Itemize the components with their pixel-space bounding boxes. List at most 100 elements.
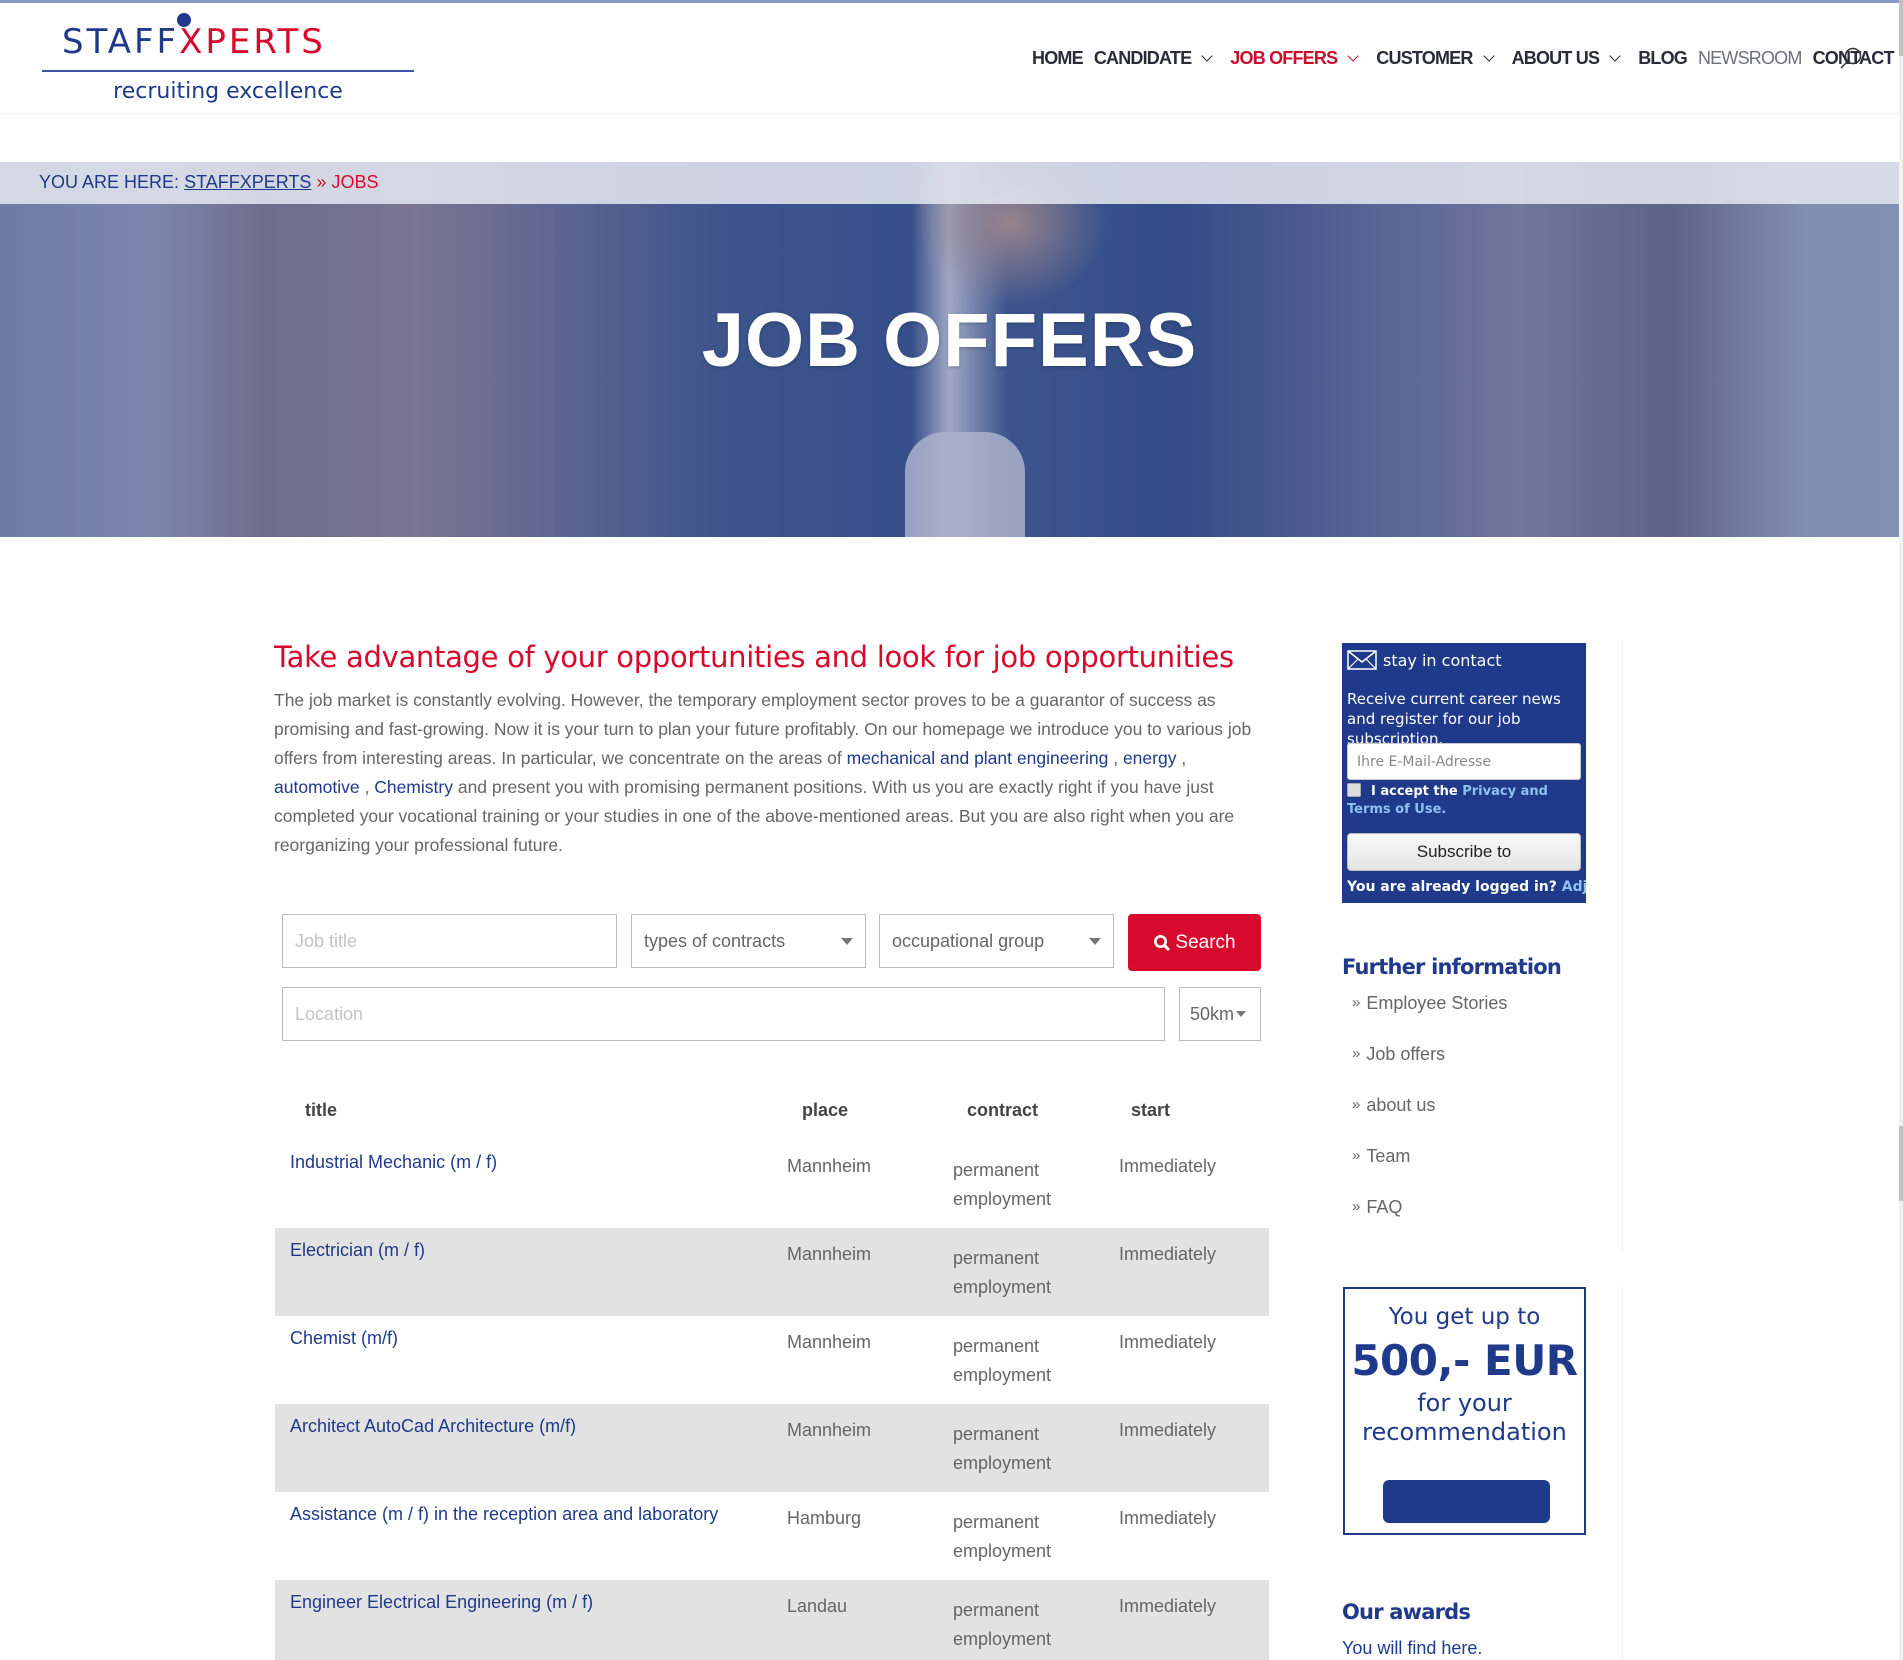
subscribe-button[interactable]: Subscribe to (1347, 833, 1581, 871)
further-information: Further information » Employee Stories » J… (1342, 955, 1602, 1248)
link-mechanical-engineering[interactable]: mechanical and plant engineering (847, 748, 1109, 768)
further-link-team[interactable]: » Team (1342, 1146, 1602, 1197)
consent-text: I accept the (1371, 784, 1463, 799)
referral-reward-box: You get up to 500,- EUR for your recomme… (1343, 1287, 1586, 1535)
logo[interactable]: STAFFXPERTS recruiting excellence (42, 13, 414, 104)
job-place: Mannheim (787, 1244, 872, 1264)
chevron-down-icon (1201, 49, 1213, 62)
job-title-field[interactable] (282, 914, 617, 968)
search-button[interactable]: Search (1128, 914, 1261, 971)
referral-button[interactable] (1383, 1480, 1550, 1523)
job-title-link[interactable]: Architect AutoCad Architecture (m/f) (290, 1416, 576, 1437)
job-title-input[interactable] (295, 930, 604, 952)
column-header-start[interactable]: start (1131, 1100, 1170, 1121)
column-header-contract[interactable]: contract (967, 1100, 1038, 1121)
scrollbar-thumb[interactable] (1899, 1126, 1903, 1201)
awards-text[interactable]: You will find here. (1342, 1638, 1602, 1659)
nav-home[interactable]: HOME (1032, 48, 1084, 69)
breadcrumb-home-link[interactable]: STAFFXPERTS (184, 172, 311, 192)
nav-label: CANDIDATE (1093, 47, 1192, 68)
reward-caption: for your recommendation (1362, 1389, 1567, 1446)
logged-in-note: You are already logged in? Adjust your p… (1347, 879, 1586, 895)
further-information-title: Further information (1342, 955, 1562, 979)
breadcrumb: YOU ARE HERE: STAFFXPERTS » JOBS (39, 172, 378, 193)
table-row[interactable]: Electrician (m / f) Mannheim permanent e… (275, 1228, 1269, 1316)
double-chevron-right-icon: » (1352, 1147, 1361, 1164)
occupational-group-select[interactable]: occupational group (879, 914, 1114, 968)
job-start: Immediately (1119, 1596, 1217, 1616)
job-title-link[interactable]: Electrician (m / f) (290, 1240, 425, 1261)
adjust-profile-link[interactable]: Adjust your profile (1562, 879, 1586, 895)
job-title-link[interactable]: Assistance (m / f) in the reception area… (290, 1504, 718, 1525)
nav-customer[interactable]: CUSTOMER (1376, 48, 1500, 69)
further-link-faq[interactable]: » FAQ (1342, 1197, 1602, 1248)
dropdown-arrow-icon (1236, 1011, 1247, 1017)
reward-intro: You get up to (1388, 1304, 1541, 1330)
privacy-consent: I accept the Privacy and Terms of Use. (1347, 783, 1583, 819)
table-row[interactable]: Architect AutoCad Architecture (m/f) Man… (275, 1404, 1269, 1492)
main-nav: HOME CANDIDATE JOB OFFERS CUSTOMER ABOUT… (1032, 43, 1903, 73)
job-place: Mannheim (787, 1332, 872, 1352)
job-title-link[interactable]: Industrial Mechanic (m / f) (290, 1152, 497, 1173)
further-link-about-us[interactable]: » about us (1342, 1095, 1602, 1146)
dropdown-arrow-icon (1089, 937, 1101, 945)
occupational-group-value: occupational group (892, 930, 1045, 951)
search-icon[interactable] (1838, 45, 1864, 71)
page-scrollbar[interactable] (1899, 0, 1903, 1660)
logo-part-staff: STA (62, 22, 134, 62)
logo-tagline: recruiting excellence (113, 79, 343, 104)
job-contract: permanent employment (953, 1512, 1052, 1561)
nav-candidate[interactable]: CANDIDATE (1094, 48, 1219, 69)
scrollbar-thumb[interactable] (1899, 0, 1903, 56)
link-automotive[interactable]: automotive (274, 777, 360, 797)
intro-sep: , (359, 777, 375, 797)
table-row[interactable]: Assistance (m / f) in the reception area… (275, 1492, 1269, 1580)
further-link-job-offers[interactable]: » Job offers (1342, 1044, 1602, 1095)
job-start: Immediately (1119, 1508, 1217, 1528)
further-link-label: Job offers (1366, 1044, 1446, 1064)
double-chevron-right-icon: » (1352, 1198, 1361, 1215)
location-input[interactable] (295, 1003, 1152, 1025)
breadcrumb-separator: » (316, 172, 327, 192)
radius-select[interactable]: 50km (1179, 987, 1261, 1041)
intro-sep: , (1176, 748, 1187, 768)
contract-type-select[interactable]: types of contracts (631, 914, 866, 968)
column-header-title[interactable]: title (305, 1100, 337, 1121)
section-title: Take advantage of your opportunities and… (274, 640, 1234, 674)
nav-about-us[interactable]: ABOUT US (1512, 48, 1628, 69)
table-row[interactable]: Engineer Electrical Engineering (m / f) … (275, 1580, 1269, 1660)
job-title-link[interactable]: Engineer Electrical Engineering (m / f) (290, 1592, 593, 1613)
nav-label: CUSTOMER (1376, 47, 1473, 68)
further-link-employee-stories[interactable]: » Employee Stories (1342, 993, 1602, 1044)
location-field[interactable] (282, 987, 1165, 1041)
job-place: Hamburg (787, 1508, 862, 1528)
nav-label: JOB OFFERS (1230, 47, 1338, 68)
newsletter-email-field[interactable] (1347, 743, 1581, 780)
link-chemistry[interactable]: Chemistry (374, 777, 453, 797)
newsletter-title: stay in contact (1383, 650, 1502, 670)
privacy-checkbox[interactable] (1347, 783, 1361, 797)
column-header-place[interactable]: place (802, 1100, 848, 1121)
newsletter-header: stay in contact (1347, 650, 1502, 670)
table-row[interactable]: Chemist (m/f) Mannheim permanent employm… (275, 1316, 1269, 1404)
double-chevron-right-icon: » (1352, 1096, 1361, 1113)
job-contract: permanent employment (953, 1424, 1052, 1473)
job-search-form: types of contracts occupational group Se… (282, 914, 1262, 1041)
job-title-link[interactable]: Chemist (m/f) (290, 1328, 398, 1349)
search-button-label: Search (1175, 931, 1236, 953)
nav-label: BLOG (1638, 47, 1688, 68)
newsletter-email-input[interactable] (1357, 753, 1571, 770)
intro-paragraph: The job market is constantly evolving. H… (274, 686, 1269, 860)
nav-blog[interactable]: BLOG (1638, 47, 1688, 69)
job-start: Immediately (1119, 1420, 1217, 1440)
table-row[interactable]: Industrial Mechanic (m / f) Mannheim per… (275, 1140, 1269, 1228)
job-start: Immediately (1119, 1244, 1217, 1264)
link-energy[interactable]: energy (1123, 748, 1177, 768)
chevron-down-icon (1482, 49, 1495, 62)
nav-job-offers[interactable]: JOB OFFERS (1230, 48, 1365, 69)
job-place: Landau (787, 1596, 848, 1616)
nav-label: NEWSROOM (1697, 47, 1802, 68)
main-content: Take advantage of your opportunities and… (274, 640, 1269, 860)
nav-newsroom[interactable]: NEWSROOM (1698, 48, 1802, 69)
reward-amount: 500,- EUR (1351, 1336, 1578, 1385)
